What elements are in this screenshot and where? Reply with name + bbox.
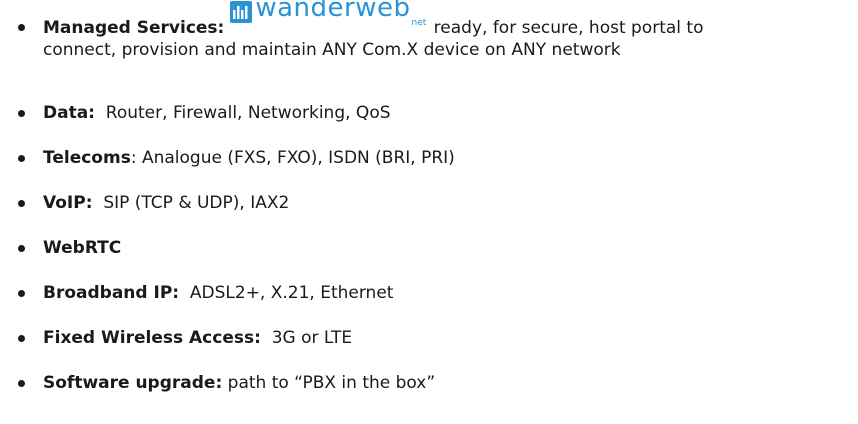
item-detail: ADSL2+, X.21, Ethernet [189,283,394,303]
item-label: Software upgrade: [43,373,223,393]
item-label: WebRTC [43,238,122,258]
bullet-icon [18,335,25,342]
wanderweb-logo: wanderwebnet [230,0,427,32]
item-label: Data: [43,103,95,123]
item-label: Fixed Wireless Access: [43,328,261,348]
bullet-icon [18,24,25,31]
item-detail: path to “PBX in the box” [227,373,436,393]
item-detail: : Analogue (FXS, FXO), ISDN (BRI, PRI) [130,148,455,168]
list-item-managed-services: Managed Services: wanderwebnet ready, for… [18,0,848,62]
item-label: Telecoms [43,148,131,168]
list-item-fixed-wireless-access: Fixed Wireless Access: 3G or LTE [18,326,848,350]
list-item-broadband-ip: Broadband IP: ADSL2+, X.21, Ethernet [18,281,848,305]
bullet-icon [18,380,25,387]
wanderweb-logo-icon [230,1,253,23]
bullet-icon [18,245,25,252]
list-item-voip: VoIP: SIP (TCP & UDP), IAX2 [18,191,848,215]
list-item-webrtc: WebRTC [18,236,848,260]
bullet-icon [18,200,25,207]
item-detail-continued: connect, provision and maintain ANY Com.… [43,40,621,60]
list-item-software-upgrade: Software upgrade: path to “PBX in the bo… [18,371,848,395]
item-label: Broadband IP: [43,283,180,303]
item-label: Managed Services: [43,18,225,38]
item-detail: SIP (TCP & UDP), IAX2 [103,193,290,213]
list-item-data: Data: Router, Firewall, Networking, QoS [18,101,848,125]
bullet-icon [18,155,25,162]
logo-suffix: net [411,18,427,28]
list-item-telecoms: Telecoms: Analogue (FXS, FXO), ISDN (BRI… [18,146,848,170]
item-detail: 3G or LTE [271,328,353,348]
item-label: VoIP: [43,193,93,213]
bullet-icon [18,110,25,117]
item-detail: Router, Firewall, Networking, QoS [105,103,391,123]
logo-wordmark: wanderweb [255,0,411,23]
bullet-icon [18,290,25,297]
item-detail: ready, for secure, host portal to [428,18,704,38]
